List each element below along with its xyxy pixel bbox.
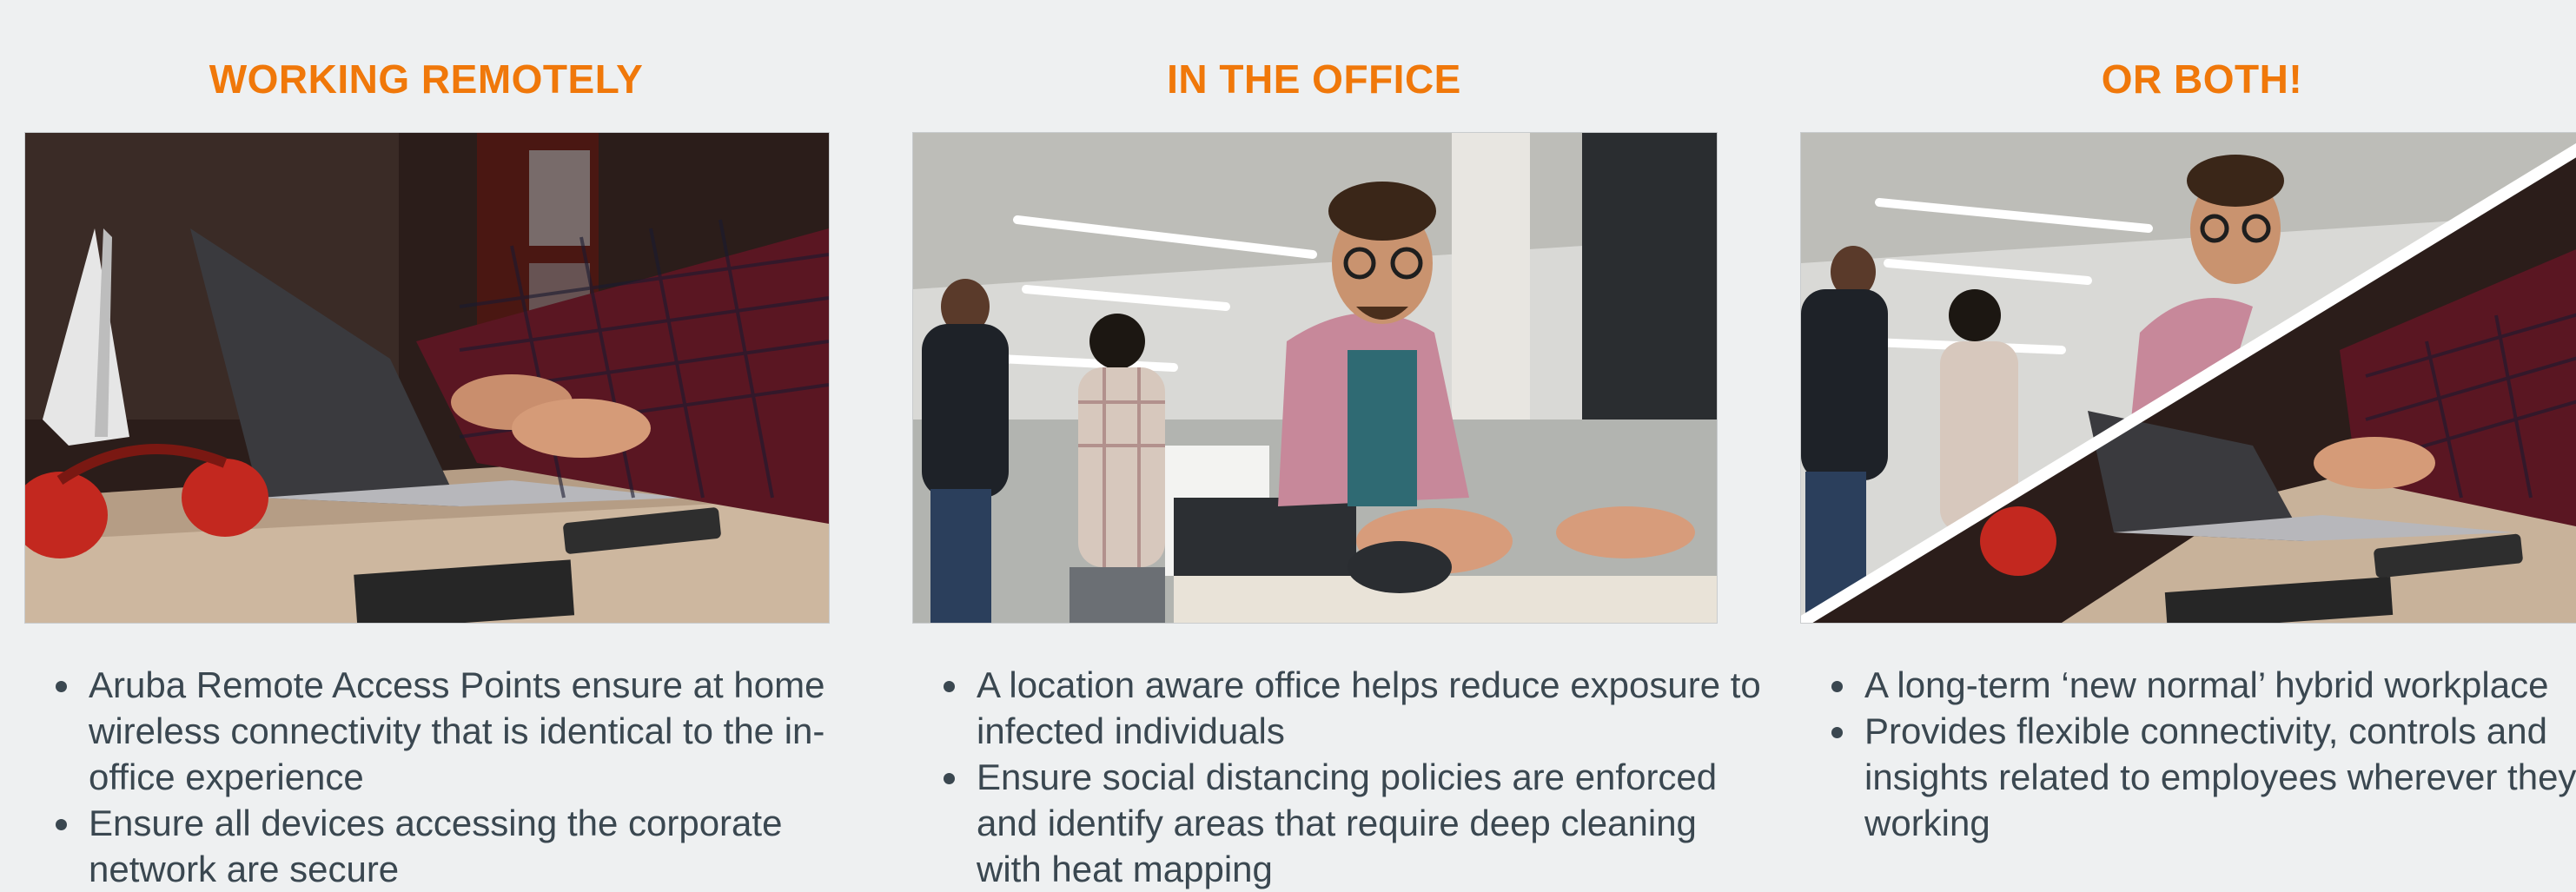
bullet-item: Ensure all devices accessing the corpora… xyxy=(83,800,883,892)
bullet-list: Aruba Remote Access Points ensure at hom… xyxy=(57,662,883,892)
office-photo xyxy=(912,132,1718,624)
bullet-item: Aruba Remote Access Points ensure at hom… xyxy=(83,662,883,800)
bullet-list: A long-term ‘new normal’ hybrid workplac… xyxy=(1833,662,2576,846)
bullet-list: A location aware office helps reduce exp… xyxy=(945,662,1771,892)
bullet-item: A long-term ‘new normal’ hybrid workplac… xyxy=(1859,662,2576,708)
bullet-item: Ensure social distancing policies are en… xyxy=(971,754,1771,892)
bullet-item: Provides flexible connectivity, controls… xyxy=(1859,708,2576,846)
column-heading: IN THE OFFICE xyxy=(1167,56,1461,102)
column-heading: WORKING REMOTELY xyxy=(209,56,644,102)
column-heading: OR BOTH! xyxy=(2101,56,2303,102)
remote-work-photo xyxy=(24,132,830,624)
bullet-item: A location aware office helps reduce exp… xyxy=(971,662,1771,754)
hybrid-split-photo xyxy=(1800,132,2576,624)
